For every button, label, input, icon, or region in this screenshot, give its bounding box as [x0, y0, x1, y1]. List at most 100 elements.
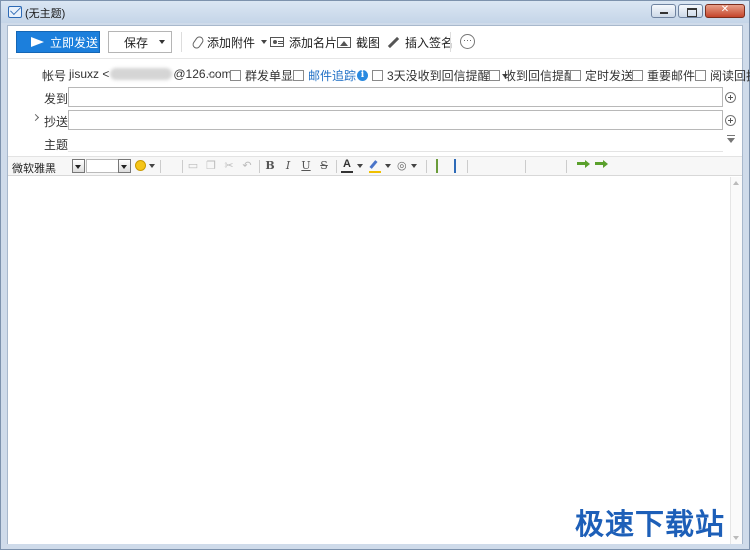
- chevron-down-icon: [385, 164, 391, 173]
- paperclip-icon: [190, 34, 206, 50]
- font-size-dropdown[interactable]: [118, 159, 131, 173]
- save-button[interactable]: 保存: [108, 31, 172, 53]
- undo-button[interactable]: ↶: [241, 159, 253, 173]
- mail-track-checkbox[interactable]: [293, 70, 304, 81]
- format-divider: [525, 160, 526, 173]
- font-family-dropdown[interactable]: [72, 159, 85, 173]
- insert-image-button[interactable]: [431, 159, 443, 173]
- cut-button[interactable]: ✂: [223, 159, 235, 173]
- reply-remind-option[interactable]: 收到回信提醒: [489, 67, 576, 84]
- outdent-button[interactable]: [571, 159, 583, 173]
- table-icon: [454, 159, 456, 173]
- to-input[interactable]: [68, 87, 723, 107]
- info-icon: i: [357, 70, 368, 81]
- account-label: 帐号: [42, 69, 67, 83]
- underline-button[interactable]: U: [300, 159, 312, 173]
- reply-remind-label: 收到回信提醒: [504, 69, 577, 83]
- emoji-button[interactable]: [135, 159, 155, 173]
- group-send-checkbox[interactable]: [230, 70, 241, 81]
- bullet-list-button[interactable]: [548, 159, 560, 173]
- collapse-icon[interactable]: [727, 135, 735, 143]
- reply-remind-checkbox[interactable]: [489, 70, 500, 81]
- scroll-down-icon[interactable]: [733, 536, 739, 540]
- read-receipt-label: 阅读回执: [710, 69, 750, 83]
- copy-button[interactable]: ❐: [205, 159, 217, 173]
- insert-signature-button[interactable]: 插入签名: [387, 34, 453, 50]
- group-send-label: 群发单显: [245, 69, 294, 83]
- align-right-button[interactable]: [508, 159, 520, 173]
- italic-button[interactable]: I: [282, 159, 294, 173]
- background-button[interactable]: ◎: [397, 159, 417, 173]
- scheduled-send-label: 定时发送: [585, 69, 634, 83]
- toolbar-divider: [181, 32, 182, 52]
- send-icon: [31, 37, 44, 47]
- card-label: 添加名片: [289, 35, 338, 50]
- mail-track-link[interactable]: 邮件追踪: [308, 67, 356, 84]
- important-mail-option[interactable]: 重要邮件: [632, 67, 695, 84]
- bold-button[interactable]: B: [264, 159, 276, 173]
- chevron-down-icon: [410, 164, 417, 173]
- scroll-up-icon[interactable]: [733, 181, 739, 185]
- screenshot-button[interactable]: 截图: [337, 34, 380, 50]
- no-reply-remind-option[interactable]: i 3天没收到回信提醒: [357, 67, 508, 84]
- numbered-list-button[interactable]: [530, 159, 542, 173]
- save-label: 保存: [124, 35, 149, 50]
- scheduled-send-option[interactable]: 定时发送: [570, 67, 633, 84]
- important-mail-label: 重要邮件: [647, 69, 696, 83]
- window-title: (无主题): [25, 8, 66, 20]
- format-divider: [467, 160, 468, 173]
- chevron-down-icon[interactable]: [261, 40, 268, 44]
- watermark-logo: 极速下载站: [575, 507, 726, 541]
- vertical-scrollbar[interactable]: [730, 177, 742, 544]
- account-suffix: @126.com>: [173, 67, 239, 81]
- close-button[interactable]: [705, 4, 745, 18]
- attach-label: 添加附件: [207, 35, 256, 50]
- chevron-down-icon[interactable]: [159, 40, 165, 44]
- paste-button[interactable]: ▭: [187, 159, 199, 173]
- indent-button[interactable]: [589, 159, 601, 173]
- minimize-button[interactable]: [651, 4, 676, 18]
- chevron-right-icon[interactable]: [31, 113, 40, 122]
- format-divider: [160, 160, 161, 173]
- scheduled-send-checkbox[interactable]: [570, 70, 581, 81]
- insert-table-button[interactable]: [449, 159, 461, 173]
- add-attachment-button[interactable]: 添加附件: [190, 34, 268, 50]
- highlight-button[interactable]: [369, 159, 391, 173]
- title-bar: (无主题): [1, 1, 749, 23]
- add-card-button[interactable]: 添加名片: [270, 34, 337, 50]
- add-cc-icon[interactable]: [725, 115, 736, 126]
- account-row: 帐号 jisuxz < @126.com> 群发单显 邮件追踪 i 3天没收到回…: [8, 60, 750, 84]
- add-recipient-icon[interactable]: [725, 92, 736, 103]
- main-toolbar: 立即发送 保存 添加附件 添加名片 截图 插入签名 ···: [8, 26, 742, 59]
- important-mail-checkbox[interactable]: [632, 70, 643, 81]
- no-reply-remind-checkbox[interactable]: [372, 70, 383, 81]
- format-divider: [566, 160, 567, 173]
- send-now-button[interactable]: 立即发送: [16, 31, 100, 53]
- palette-icon: ◎: [397, 160, 407, 172]
- font-color-button[interactable]: A: [341, 159, 363, 173]
- format-divider: [426, 160, 427, 173]
- group-send-option[interactable]: 群发单显: [230, 67, 293, 84]
- cc-input[interactable]: [68, 110, 723, 130]
- highlighter-icon: [369, 159, 381, 173]
- clear-format-button[interactable]: [165, 159, 177, 173]
- more-options-icon[interactable]: ···: [460, 34, 475, 49]
- smiley-icon: [135, 160, 146, 171]
- maximize-button[interactable]: [678, 4, 703, 18]
- message-body-editor[interactable]: [8, 177, 730, 544]
- subject-input[interactable]: [68, 132, 723, 152]
- format-divider: [259, 160, 260, 173]
- send-label: 立即发送: [50, 35, 99, 50]
- compose-window: (无主题) 立即发送 保存 添加附件: [0, 0, 750, 550]
- read-receipt-checkbox[interactable]: [695, 70, 706, 81]
- mail-track-option[interactable]: 邮件追踪: [293, 67, 356, 84]
- align-left-button[interactable]: [472, 159, 484, 173]
- chevron-down-icon: [149, 164, 155, 173]
- mail-app-icon: [8, 6, 22, 18]
- read-receipt-option[interactable]: 阅读回执: [695, 67, 750, 84]
- chevron-down-icon: [357, 164, 363, 173]
- strikethrough-button[interactable]: S: [318, 159, 330, 173]
- account-prefix: jisuxz <: [69, 67, 110, 81]
- pen-icon: [387, 36, 400, 48]
- align-center-button[interactable]: [490, 159, 502, 173]
